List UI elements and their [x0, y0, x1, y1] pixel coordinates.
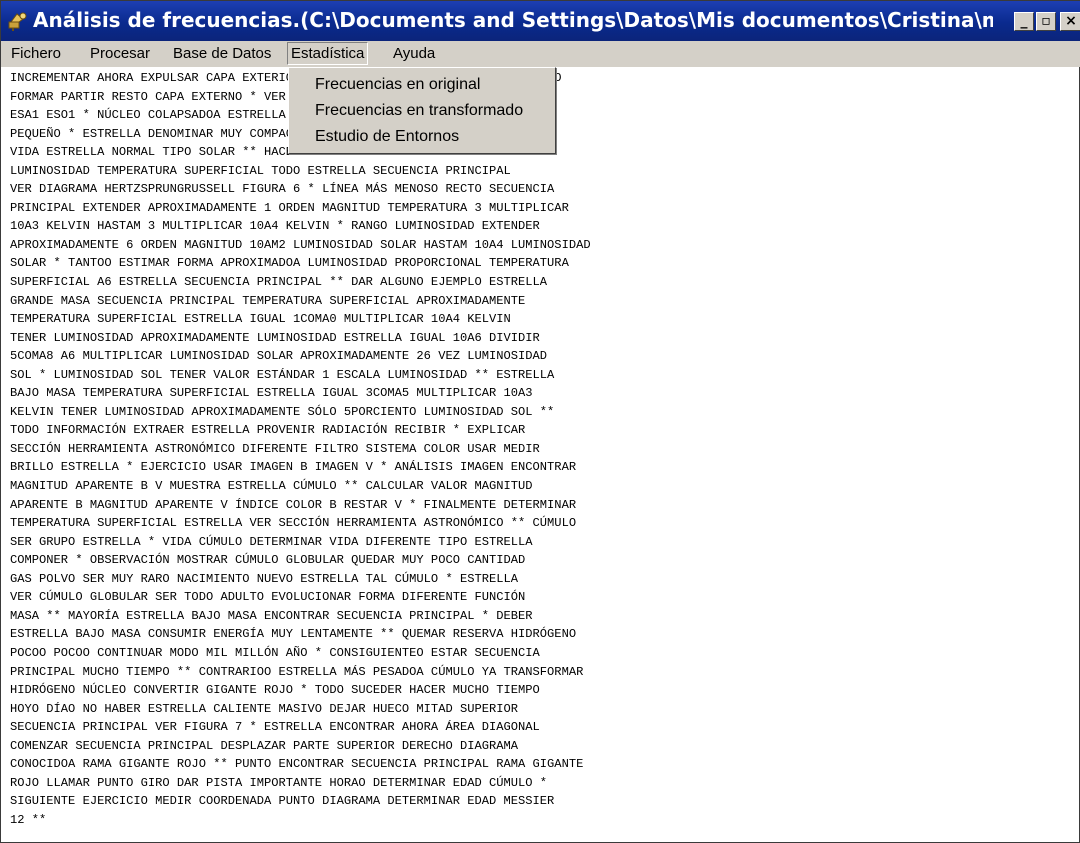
text-line: ROJO LLAMAR PUNTO GIRO DAR PISTA IMPORTA…: [10, 775, 548, 790]
text-line: GRANDE MASA SECUENCIA PRINCIPAL TEMPERAT…: [10, 293, 526, 308]
maximize-button[interactable]: ▫: [1036, 12, 1056, 31]
text-line: COMPONER * OBSERVACIÓN MOSTRAR CÚMULO GL…: [10, 553, 526, 568]
text-line: 10A3 KELVIN HASTAM 3 MULTIPLICAR 10A4 KE…: [10, 219, 540, 234]
text-line: APROXIMADAMENTE 6 ORDEN MAGNITUD 10AM2 L…: [10, 237, 591, 252]
text-line: VER CÚMULO GLOBULAR SER TODO ADULTO EVOL…: [10, 590, 526, 605]
text-line: ESTRELLA BAJO MASA CONSUMIR ENERGÍA MUY …: [10, 627, 577, 642]
text-line: SECUENCIA PRINCIPAL VER FIGURA 7 * ESTRE…: [10, 720, 540, 735]
menu-ayuda[interactable]: Ayuda: [390, 42, 438, 65]
text-line: POCOO POCOO CONTINUAR MODO MIL MILLÓN AÑ…: [10, 645, 540, 660]
menu-item-estudio-entornos[interactable]: Estudio de Entornos: [315, 125, 459, 149]
text-line: SIGUIENTE EJERCICIO MEDIR COORDENADA PUN…: [10, 794, 555, 809]
text-line: BAJO MASA TEMPERATURA SUPERFICIAL ESTREL…: [10, 386, 533, 401]
text-line: SOLAR * TANTOO ESTIMAR FORMA APROXIMADOA…: [10, 256, 569, 271]
text-line: CONOCIDOA RAMA GIGANTE ROJO ** PUNTO ENC…: [10, 757, 584, 772]
menu-item-frecuencias-transformado[interactable]: Frecuencias en transformado: [315, 99, 523, 123]
text-line: SECCIÓN HERRAMIENTA ASTRONÓMICO DIFERENT…: [10, 441, 540, 456]
text-line: BRILLO ESTRELLA * EJERCICIO USAR IMAGEN …: [10, 460, 577, 475]
text-line: VER DIAGRAMA HERTZSPRUNGRUSSELL FIGURA 6…: [10, 182, 555, 197]
menu-procesar[interactable]: Procesar: [87, 42, 153, 65]
text-line: KELVIN TENER LUMINOSIDAD APROXIMADAMENTE…: [10, 404, 555, 419]
app-icon[interactable]: [6, 10, 28, 32]
text-line: COMENZAR SECUENCIA PRINCIPAL DESPLAZAR P…: [10, 738, 519, 753]
text-line: TEMPERATURA SUPERFICIAL ESTRELLA IGUAL 1…: [10, 312, 511, 327]
text-line: SOL * LUMINOSIDAD SOL TENER VALOR ESTÁND…: [10, 367, 555, 382]
menu-base-de-datos[interactable]: Base de Datos: [170, 42, 274, 65]
close-button[interactable]: ×: [1060, 12, 1080, 31]
text-content-area[interactable]: INCREMENTAR AHORA EXPULSAR CAPA EXTERIOR…: [10, 69, 1075, 841]
estadistica-dropdown-menu: Frecuencias en original Frecuencias en t…: [288, 67, 556, 154]
text-lines: INCREMENTAR AHORA EXPULSAR CAPA EXTERIOR…: [10, 69, 1075, 829]
text-line: LUMINOSIDAD TEMPERATURA SUPERFICIAL TODO…: [10, 163, 511, 178]
text-line: PRINCIPAL MUCHO TIEMPO ** CONTRARIOO EST…: [10, 664, 584, 679]
text-line: PRINCIPAL EXTENDER APROXIMADAMENTE 1 ORD…: [10, 200, 569, 215]
text-line: APARENTE B MAGNITUD APARENTE V ÍNDICE CO…: [10, 497, 577, 512]
text-line: 12 **: [10, 812, 47, 827]
application-window: Análisis de frecuencias.(C:\Documents an…: [0, 0, 1080, 843]
text-line: SER GRUPO ESTRELLA * VIDA CÚMULO DETERMI…: [10, 534, 533, 549]
menu-estadistica[interactable]: Estadística: [287, 42, 369, 65]
menu-item-frecuencias-original[interactable]: Frecuencias en original: [315, 73, 480, 97]
window-title: Análisis de frecuencias.(C:\Documents an…: [33, 8, 993, 32]
title-bar[interactable]: Análisis de frecuencias.(C:\Documents an…: [1, 1, 1080, 41]
text-line: TEMPERATURA SUPERFICIAL ESTRELLA VER SEC…: [10, 516, 577, 531]
menu-fichero[interactable]: Fichero: [8, 42, 64, 65]
text-line: HIDRÓGENO NÚCLEO CONVERTIR GIGANTE ROJO …: [10, 683, 540, 698]
text-line: SUPERFICIAL A6 ESTRELLA SECUENCIA PRINCI…: [10, 275, 548, 290]
text-line: 5COMA8 A6 MULTIPLICAR LUMINOSIDAD SOLAR …: [10, 349, 548, 364]
text-line: HOYO DÍAO NO HABER ESTRELLA CALIENTE MAS…: [10, 701, 519, 716]
text-line: TODO INFORMACIÓN EXTRAER ESTRELLA PROVEN…: [10, 423, 526, 438]
text-line: MAGNITUD APARENTE B V MUESTRA ESTRELLA C…: [10, 479, 533, 494]
minimize-button[interactable]: _: [1014, 12, 1034, 31]
text-line: TENER LUMINOSIDAD APROXIMADAMENTE LUMINO…: [10, 330, 540, 345]
menu-bar: Fichero Procesar Base de Datos Estadísti…: [1, 41, 1080, 67]
text-line: MASA ** MAYORÍA ESTRELLA BAJO MASA ENCON…: [10, 608, 533, 623]
text-line: GAS POLVO SER MUY RARO NACIMIENTO NUEVO …: [10, 571, 519, 586]
